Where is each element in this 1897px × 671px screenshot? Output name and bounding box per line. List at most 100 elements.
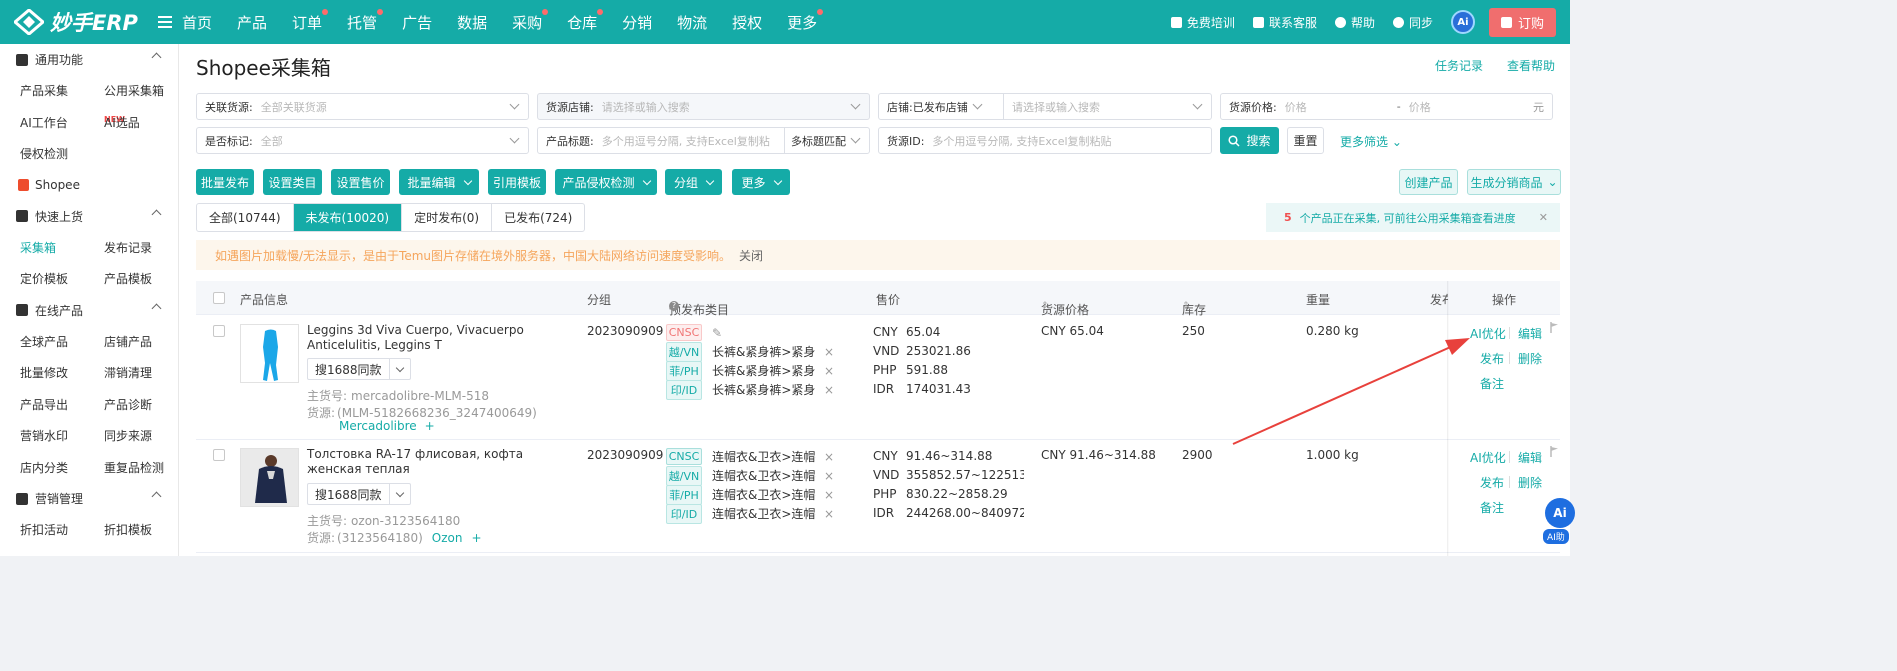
ai-optimize-link[interactable]: AI优化 xyxy=(1470,325,1506,342)
shop-search-input[interactable]: 请选择或输入搜索 xyxy=(1004,99,1188,115)
contact-support-link[interactable]: 联系客服 xyxy=(1252,14,1317,31)
search-1688-dropdown[interactable] xyxy=(390,359,410,379)
product-thumbnail[interactable] xyxy=(240,448,299,507)
edit-icon[interactable]: ✎ xyxy=(712,326,722,340)
ai-float-icon[interactable]: Ai xyxy=(1545,498,1575,528)
search-button[interactable]: 搜索 xyxy=(1220,127,1279,154)
generate-distribution-dropdown[interactable]: 生成分销商品 ⌄ xyxy=(1467,169,1561,195)
remove-icon[interactable]: × xyxy=(824,507,834,521)
sidebar-item[interactable]: 产品导出 xyxy=(0,396,84,413)
nav-item[interactable]: 采购 xyxy=(512,8,549,33)
search-1688-button[interactable]: 搜1688同款 xyxy=(307,483,411,505)
sidebar-item[interactable]: 采集箱 xyxy=(0,239,84,256)
sidebar-item[interactable]: 同步来源 xyxy=(84,427,168,444)
sidebar-item[interactable]: AI工作台 NEW xyxy=(0,114,125,131)
category-text[interactable]: 连帽衣&卫衣>连帽衣 xyxy=(712,467,816,484)
group-dropdown[interactable]: 分组 xyxy=(665,169,722,195)
free-training-link[interactable]: 免费培训 xyxy=(1170,14,1235,31)
task-log-link[interactable]: 任务记录 xyxy=(1435,57,1483,74)
sidebar-item[interactable]: 产品模板 xyxy=(84,270,168,287)
ai-optimize-link[interactable]: AI优化 xyxy=(1470,449,1506,466)
sidebar-item[interactable]: 批量修改 xyxy=(0,364,84,381)
sidebar-item[interactable]: 营销水印 xyxy=(0,427,84,444)
batch-publish-button[interactable]: 批量发布 xyxy=(196,169,254,195)
sidebar-item-shopee[interactable]: Shopee xyxy=(0,170,178,201)
sidebar-item[interactable]: 滞销清理 xyxy=(84,364,168,381)
sidebar-group[interactable]: 营销管理 xyxy=(0,483,178,514)
sidebar-group[interactable]: 通用功能 xyxy=(0,44,178,75)
sidebar-item[interactable]: 定价模板 xyxy=(0,270,84,287)
category-text[interactable]: 连帽衣&卫衣>连帽衣 xyxy=(712,486,816,503)
buy-button[interactable]: 订购 xyxy=(1488,7,1556,37)
edit-link[interactable]: 编辑 xyxy=(1518,449,1542,466)
search-1688-button[interactable]: 搜1688同款 xyxy=(307,358,411,380)
remove-icon[interactable]: × xyxy=(824,383,834,397)
shop-status-select[interactable]: 店铺: 已发布店铺 xyxy=(879,94,1003,119)
product-thumbnail[interactable] xyxy=(240,324,299,383)
set-price-button[interactable]: 设置售价 xyxy=(331,169,390,195)
nav-item[interactable]: 数据 xyxy=(457,12,487,33)
search-1688-dropdown[interactable] xyxy=(390,484,410,504)
select-all-checkbox[interactable] xyxy=(213,292,225,304)
category-text[interactable]: 连帽衣&卫衣>连帽衣 xyxy=(712,505,816,522)
status-tab[interactable]: 全部(10744) xyxy=(197,204,294,231)
nav-item[interactable]: 订单 xyxy=(292,8,329,33)
set-category-button[interactable]: 设置类目 xyxy=(263,169,322,195)
multi-title-match-select[interactable]: 多标题匹配 xyxy=(785,128,869,153)
category-text[interactable]: 长裤&紧身裤>紧身... xyxy=(712,381,816,398)
sidebar-item[interactable]: 重复品检测 xyxy=(84,459,168,476)
more-dropdown[interactable]: 更多 xyxy=(732,169,790,195)
flag-icon[interactable] xyxy=(1550,322,1559,333)
nav-item[interactable]: 物流 xyxy=(677,12,707,33)
nav-item[interactable]: 首页 xyxy=(182,12,212,33)
create-product-button[interactable]: 创建产品 xyxy=(1399,169,1458,195)
sidebar-item[interactable]: 发布记录 xyxy=(84,239,168,256)
remove-icon[interactable]: × xyxy=(824,450,834,464)
source-link-select[interactable]: 关联货源: 全部关联货源 xyxy=(196,93,529,120)
publish-link[interactable]: 发布 xyxy=(1480,474,1504,491)
source-id-filter[interactable]: 货源ID: 多个用逗号分隔, 支持Excel复制粘贴 xyxy=(878,127,1212,154)
more-filters-link[interactable]: 更多筛选 ⌄ xyxy=(1340,133,1402,150)
reset-button[interactable]: 重置 xyxy=(1287,127,1324,154)
sidebar-item[interactable]: 产品诊断 xyxy=(84,396,168,413)
publish-link[interactable]: 发布 xyxy=(1480,350,1504,367)
category-text[interactable]: 连帽衣&卫衣>连帽衣 xyxy=(712,448,816,465)
product-name[interactable]: Leggins 3d Viva Cuerpo, Vivacuerpo Antic… xyxy=(307,323,527,353)
nav-item[interactable]: 仓库 xyxy=(567,8,604,33)
delete-link[interactable]: 删除 xyxy=(1518,350,1542,367)
nav-item[interactable]: 托管 xyxy=(347,8,384,33)
source-platform[interactable]: Ozon + xyxy=(432,531,482,545)
ai-float-label[interactable]: AI助 xyxy=(1543,529,1569,544)
nav-item[interactable]: 广告 xyxy=(402,12,432,33)
sidebar-item[interactable]: 侵权检测 xyxy=(0,145,84,162)
source-id-input[interactable]: 多个用逗号分隔, 支持Excel复制粘贴 xyxy=(924,133,1211,149)
sidebar-item[interactable]: 公用采集箱 xyxy=(84,82,168,99)
add-icon[interactable]: + xyxy=(471,531,481,545)
ai-assistant-icon[interactable]: Ai xyxy=(1450,10,1475,34)
category-text[interactable]: 长裤&紧身裤>紧身... xyxy=(712,343,816,360)
logo[interactable]: 妙手ERP xyxy=(0,7,150,37)
note-link[interactable]: 备注 xyxy=(1480,375,1504,392)
sidebar-item[interactable]: 店铺产品 xyxy=(84,333,168,350)
add-icon[interactable]: + xyxy=(425,419,435,433)
title-input[interactable]: 多个用逗号分隔, 支持Excel复制粘 xyxy=(594,133,784,149)
help-link[interactable]: 帮助 xyxy=(1334,14,1375,31)
sidebar-item[interactable]: 全球产品 xyxy=(0,333,84,350)
sidebar-item[interactable]: 产品采集 xyxy=(0,82,84,99)
info-icon[interactable]: ? xyxy=(669,301,679,311)
menu-toggle-icon[interactable] xyxy=(158,16,172,28)
source-platform[interactable]: Mercadolibre + xyxy=(339,419,435,433)
nav-item[interactable]: 更多 xyxy=(787,8,824,33)
price-min-input[interactable]: 价格 xyxy=(1277,99,1397,115)
close-icon[interactable]: ✕ xyxy=(1539,211,1548,224)
delete-link[interactable]: 删除 xyxy=(1518,474,1542,491)
category-text[interactable]: 长裤&紧身裤>紧身... xyxy=(712,362,816,379)
row-checkbox[interactable] xyxy=(213,325,225,337)
source-shop-select[interactable]: 货源店铺: 请选择或输入搜索 xyxy=(537,93,870,120)
remove-icon[interactable]: × xyxy=(824,345,834,359)
warning-close-link[interactable]: 关闭 xyxy=(739,247,763,264)
flag-icon[interactable] xyxy=(1550,446,1559,457)
infringement-check-dropdown[interactable]: 产品侵权检测 xyxy=(555,169,657,195)
product-name[interactable]: Толстовка RA-17 флисовая, кофта женская … xyxy=(307,447,527,477)
marked-select[interactable]: 是否标记: 全部 xyxy=(196,127,529,154)
